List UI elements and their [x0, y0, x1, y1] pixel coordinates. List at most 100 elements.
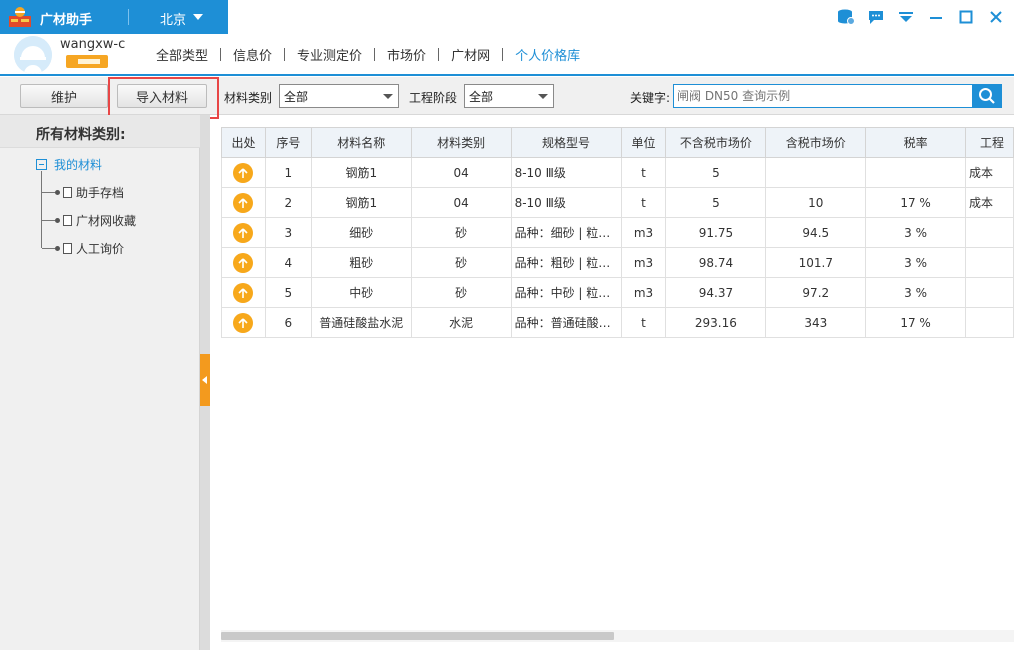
cell-material-name[interactable]: 粗砂	[310, 247, 412, 278]
nav-tab-info-price[interactable]: 信息价	[221, 45, 284, 64]
search-button[interactable]	[972, 84, 1002, 108]
cell-spec[interactable]: 8-10 Ⅲ级	[510, 187, 622, 218]
cell-price-in-tax[interactable]: 101.7	[765, 247, 867, 278]
avatar[interactable]	[14, 36, 52, 74]
cell-material-category[interactable]: 水泥	[410, 307, 512, 338]
col-tax-rate[interactable]: 税率	[865, 127, 966, 158]
table-row[interactable]: 6 普通硅酸盐水泥 水泥 品种：普通硅酸… t 293.16 343 17 %	[221, 307, 1014, 338]
table-row[interactable]: 3 细砂砂品种：细砂 | 粒… m3 91.75 94.5 3 %	[221, 217, 1014, 248]
collapse-icon[interactable]	[36, 159, 47, 170]
cell-row-index[interactable]: 4	[264, 247, 312, 278]
cell-tax-rate[interactable]: 3 %	[865, 247, 966, 278]
city-selector[interactable]: 北京	[160, 9, 186, 28]
cell-row-index[interactable]: 6	[264, 307, 312, 338]
cell-spec[interactable]: 品种：细砂 | 粒…	[510, 217, 622, 248]
cell-material-name[interactable]: 中砂	[310, 277, 412, 308]
cell-price-in-tax[interactable]	[765, 157, 867, 188]
cell-price-ex-tax[interactable]: 5	[665, 187, 767, 218]
menu-dropdown-icon[interactable]	[896, 8, 916, 26]
close-icon[interactable]	[986, 8, 1006, 26]
nav-tab-all-types[interactable]: 全部类型	[156, 45, 220, 64]
col-material-category[interactable]: 材料类别	[410, 127, 512, 158]
nav-tab-professional-price[interactable]: 专业测定价	[285, 45, 374, 64]
maximize-icon[interactable]	[956, 8, 976, 26]
cell-project[interactable]	[964, 277, 1014, 308]
horizontal-scrollbar[interactable]	[221, 630, 1014, 642]
cell-row-index[interactable]: 5	[264, 277, 312, 308]
cell-spec[interactable]: 品种：中砂 | 粒…	[510, 277, 622, 308]
cell-price-ex-tax[interactable]: 91.75	[665, 217, 767, 248]
cell-tax-rate[interactable]: 17 %	[865, 307, 966, 338]
cell-material-category[interactable]: 04	[410, 157, 512, 188]
collapse-panel-handle[interactable]	[200, 354, 210, 406]
material-category-select[interactable]: 全部	[279, 84, 399, 108]
cell-price-ex-tax[interactable]: 98.74	[665, 247, 767, 278]
cell-project[interactable]: 成本	[964, 187, 1014, 218]
cell-row-index[interactable]: 1	[264, 157, 312, 188]
nav-tab-personal-price-library[interactable]: 个人价格库	[503, 45, 592, 64]
source-cell[interactable]	[221, 217, 266, 248]
cell-spec[interactable]: 品种：普通硅酸…	[510, 307, 622, 338]
cell-unit[interactable]: t	[620, 157, 667, 188]
up-arrow-icon[interactable]	[233, 252, 254, 273]
cell-project[interactable]: 成本	[964, 157, 1014, 188]
cell-project[interactable]	[964, 217, 1014, 248]
nav-tab-market-price[interactable]: 市场价	[375, 45, 438, 64]
maintain-button[interactable]: 维护	[20, 84, 108, 108]
tree-root-my-materials[interactable]: 我的材料	[36, 156, 102, 173]
source-cell[interactable]	[221, 187, 266, 218]
col-spec[interactable]: 规格型号	[510, 127, 622, 158]
source-cell[interactable]	[221, 157, 266, 188]
cell-unit[interactable]: t	[620, 307, 667, 338]
cell-unit[interactable]: m3	[620, 277, 667, 308]
cell-unit[interactable]: m3	[620, 217, 667, 248]
table-row[interactable]: 5 中砂砂品种：中砂 | 粒… m3 94.37 97.2 3 %	[221, 277, 1014, 308]
import-materials-button[interactable]: 导入材料	[117, 84, 207, 108]
cell-material-name[interactable]: 细砂	[310, 217, 412, 248]
col-index[interactable]: 序号	[264, 127, 312, 158]
cell-price-in-tax[interactable]: 10	[765, 187, 867, 218]
source-cell[interactable]	[221, 277, 266, 308]
col-material-name[interactable]: 材料名称	[310, 127, 412, 158]
col-price-ex-tax[interactable]: 不含税市场价	[665, 127, 767, 158]
cell-project[interactable]	[964, 247, 1014, 278]
cell-project[interactable]	[964, 307, 1014, 338]
col-project[interactable]: 工程	[964, 127, 1014, 158]
tree-item-favorites[interactable]: 广材网收藏	[42, 212, 136, 229]
cell-material-category[interactable]: 砂	[410, 217, 512, 248]
up-arrow-icon[interactable]	[233, 282, 254, 303]
col-unit[interactable]: 单位	[620, 127, 667, 158]
table-row[interactable]: 2 钢筋1 04 8-10 Ⅲ级 t 5 10 17 % 成本	[221, 187, 1014, 218]
up-arrow-icon[interactable]	[233, 162, 254, 183]
cell-spec[interactable]: 品种：粗砂 | 粒…	[510, 247, 622, 278]
database-icon[interactable]	[836, 8, 856, 26]
cell-row-index[interactable]: 2	[264, 187, 312, 218]
cell-unit[interactable]: t	[620, 187, 667, 218]
cell-price-ex-tax[interactable]: 5	[665, 157, 767, 188]
cell-price-ex-tax[interactable]: 94.37	[665, 277, 767, 308]
cell-tax-rate[interactable]	[865, 157, 966, 188]
cell-unit[interactable]: m3	[620, 247, 667, 278]
message-icon[interactable]	[866, 8, 886, 26]
table-row[interactable]: 1 钢筋1 04 8-10 Ⅲ级 t 5 成本	[221, 157, 1014, 188]
cell-price-in-tax[interactable]: 97.2	[765, 277, 867, 308]
table-row[interactable]: 4 粗砂砂品种：粗砂 | 粒… m3 98.74 101.7 3 %	[221, 247, 1014, 278]
source-cell[interactable]	[221, 247, 266, 278]
search-input[interactable]	[673, 84, 973, 108]
chevron-down-icon[interactable]	[193, 14, 203, 20]
cell-tax-rate[interactable]: 17 %	[865, 187, 966, 218]
cell-tax-rate[interactable]: 3 %	[865, 277, 966, 308]
cell-material-category[interactable]: 砂	[410, 247, 512, 278]
cell-material-name[interactable]: 钢筋1	[310, 157, 412, 188]
cell-material-category[interactable]: 砂	[410, 277, 512, 308]
cell-price-in-tax[interactable]: 343	[765, 307, 867, 338]
cell-material-name[interactable]: 普通硅酸盐水泥	[310, 307, 412, 338]
scrollbar-thumb[interactable]	[221, 632, 614, 640]
cell-material-category[interactable]: 04	[410, 187, 512, 218]
col-price-in-tax[interactable]: 含税市场价	[765, 127, 867, 158]
project-stage-select[interactable]: 全部	[464, 84, 554, 108]
cell-price-in-tax[interactable]: 94.5	[765, 217, 867, 248]
cell-row-index[interactable]: 3	[264, 217, 312, 248]
nav-tab-guangcai-net[interactable]: 广材网	[439, 45, 502, 64]
minimize-icon[interactable]	[926, 8, 946, 26]
